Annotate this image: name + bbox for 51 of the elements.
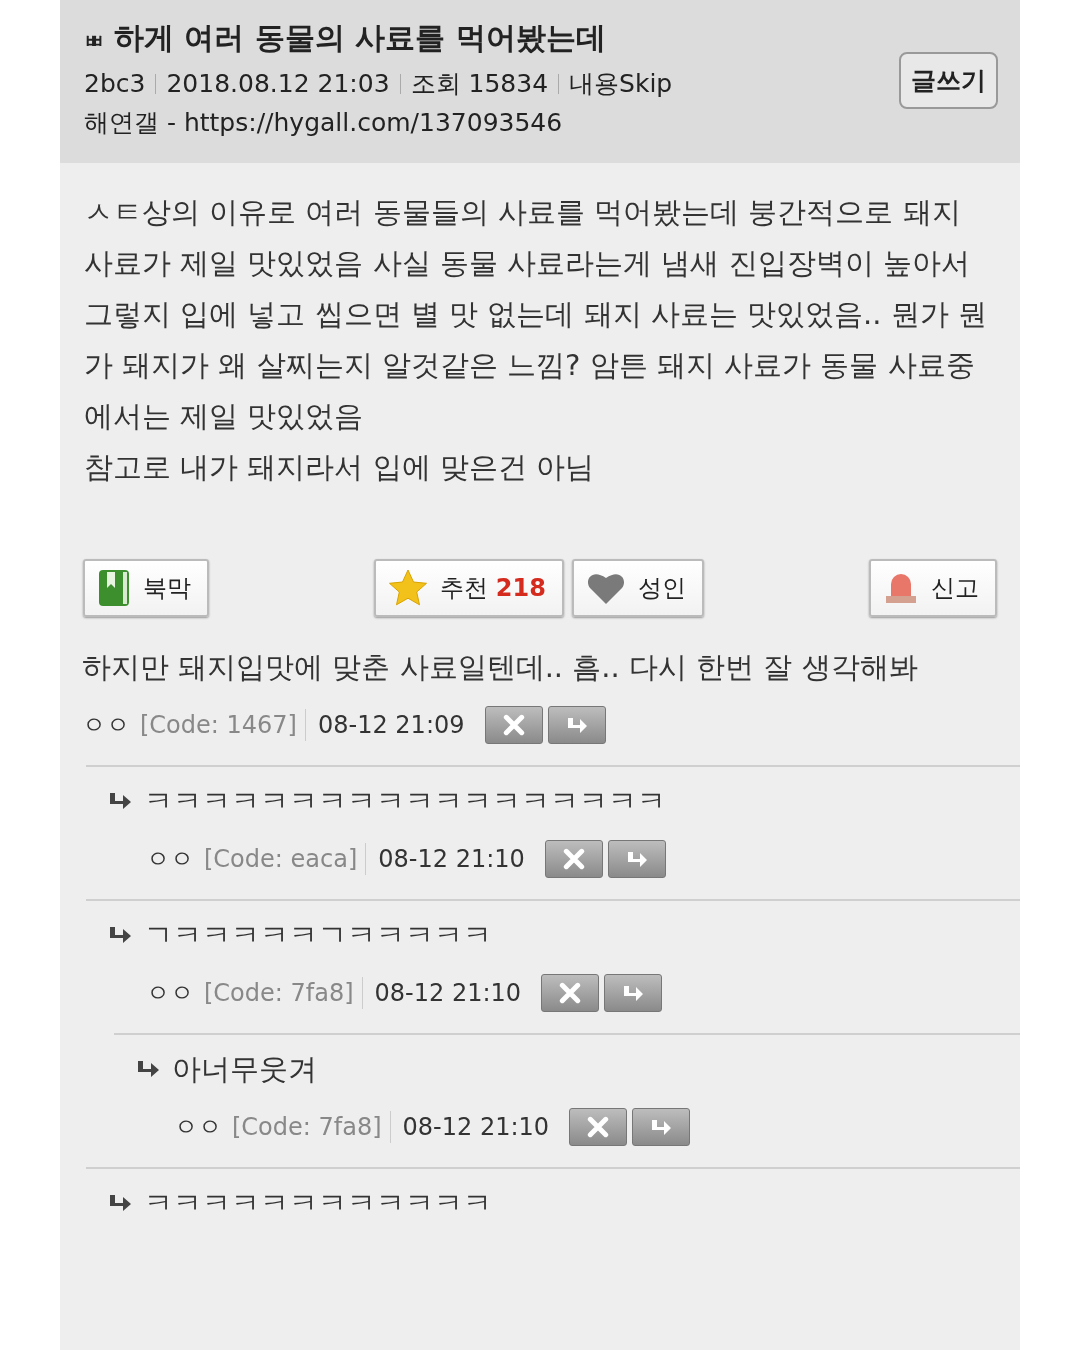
comment-code: [Code: 7fa8] [204,979,354,1007]
comment-author: ㅇㅇ [146,978,194,1009]
comment-text: 하지만 돼지입맛에 맞춘 사료일텐데.. 흠.. 다시 한번 잘 생각해봐 [82,649,918,686]
reply-arrow-icon [649,1117,674,1137]
reply-arrow-icon [108,791,132,811]
delete-button[interactable] [569,1108,628,1146]
adult-button[interactable]: 성인 [571,559,704,617]
post-paragraph: 참고로 내가 돼지라서 입에 맞은건 아님 [84,449,596,486]
reply-arrow-icon [621,983,646,1003]
reply-arrow-icon [108,925,132,945]
post-meta: 2018.08.12 21:03 [166,68,390,100]
comment-code: [Code: 1467] [140,711,297,739]
reply-arrow-icon [136,1059,160,1079]
comment-time: 08-12 21:10 [374,979,522,1007]
comment-code: [Code: 7fa8] [232,1113,382,1141]
comment-code: [Code: eaca] [204,845,358,873]
post-title: 하게 여러 동물의 사료를 먹어봤는데 [114,19,606,57]
write-button[interactable]: 글쓰기 [899,52,998,109]
comment-author: ㅇㅇ [174,1112,222,1143]
bookmark-button[interactable]: 북막 [83,559,209,617]
comment-time: 08-12 21:10 [402,1113,550,1141]
post-meta: 조회 15834 [410,68,549,100]
post-paragraph: ㅅㅌ상의 이유로 여러 동물들의 사료를 먹어봤는데 붕간적으로 돼지 사료가 제일 맛있었음 사실 동물 사료라는게 냄새 진입장벽이 높아서 그렇지 입에 넣고 씹으면 별 맛 없는데 돼지 사료는 맛있었음.. 뭔가 뭔가 돼지가 왜 살찌는지 알것같은 느낌? 암튼 돼지 사료가 동물 사료중에서는 제일 맛있었음 [84,194,988,435]
post-meta: 2bc3 [84,68,146,100]
reply-button[interactable] [632,1108,691,1146]
comment-text: 아너무웃겨 [172,1051,317,1088]
comment-text: ㅋㅋㅋㅋㅋㅋㅋㅋㅋㅋㅋㅋ [144,1185,492,1222]
delete-button[interactable] [544,840,603,878]
source-link[interactable]: 해연갤 - https://hygall.com/137093546 [84,103,899,143]
comment-author: ㅇㅇ [82,710,130,741]
post-meta: 내용Skip [569,68,673,100]
close-icon [559,982,582,1004]
comment-text: ㄱㅋㅋㅋㅋㅋㄱㅋㅋㅋㅋㅋ [144,917,492,954]
comment-time: 08-12 21:09 [317,711,465,739]
report-button[interactable]: 신고 [869,559,997,617]
reply-button[interactable] [547,706,606,744]
comment-text: ㅋㅋㅋㅋㅋㅋㅋㅋㅋㅋㅋㅋㅋㅋㅋㅋㅋㅋ [144,783,666,820]
close-icon [562,848,585,870]
book-icon [97,568,131,608]
recommend-button[interactable]: 추천 218 [374,559,564,617]
star-icon [388,568,429,608]
close-icon [587,1116,610,1138]
reply-button[interactable] [604,974,663,1012]
delete-button[interactable] [541,974,600,1012]
reply-arrow-icon [108,1193,132,1213]
title-prefix: ㅃ [84,28,104,55]
delete-button[interactable] [484,706,543,744]
close-icon [502,714,525,736]
reply-button[interactable] [607,840,666,878]
comment-time: 08-12 21:10 [378,845,525,873]
comment-author: ㅇㅇ [146,844,194,875]
